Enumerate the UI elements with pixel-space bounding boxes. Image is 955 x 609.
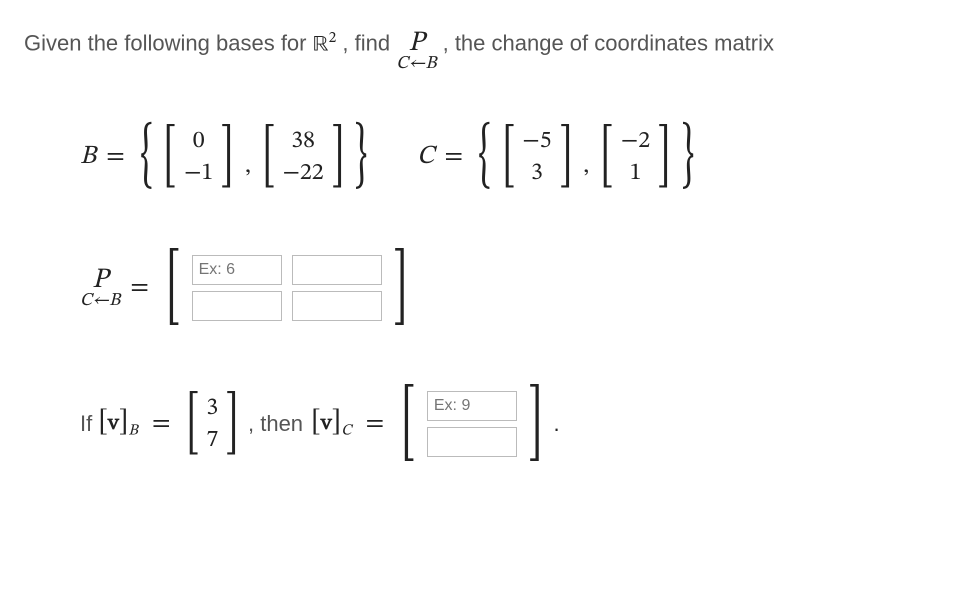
lbrack-icon: [ xyxy=(186,390,199,458)
comma-1: , xyxy=(245,151,251,181)
basis-C-name: C xyxy=(417,141,434,174)
lbrace-icon: { xyxy=(140,121,153,193)
vC-r2-input[interactable] xyxy=(427,427,517,457)
vC-label: [v]C xyxy=(311,408,351,440)
lbrace-icon: { xyxy=(478,121,491,193)
rbrace-icon: } xyxy=(681,121,694,193)
C-vec2: −2 1 xyxy=(621,123,650,191)
rbrack-icon: ] xyxy=(528,383,542,465)
result-row: If [v]B = [ 3 7 ] , then [v]C = [ ] . xyxy=(80,383,931,465)
comma-2: , xyxy=(583,151,589,181)
P-r2c1-input[interactable] xyxy=(192,291,282,321)
lbrack-icon: [ xyxy=(166,247,180,329)
rbrack-icon: ] xyxy=(559,123,572,191)
bases-row: B = { [ 0 −1 ] , [ 38 −22 ] } C = { [ −5… xyxy=(80,121,931,193)
final-period: . xyxy=(554,411,560,437)
eq-3: = xyxy=(130,272,149,305)
vB-label: [v]B xyxy=(98,408,138,440)
P-symbol: P xyxy=(408,29,424,57)
lbrack-icon: [ xyxy=(262,123,275,191)
lbrack-icon: [ xyxy=(401,383,415,465)
P-over-CB-2: P C←B xyxy=(80,266,120,310)
rbrack-icon: ] xyxy=(393,247,407,329)
lbrack-icon: [ xyxy=(601,123,614,191)
vC-inputs xyxy=(427,391,517,457)
eq-1: = xyxy=(106,141,125,174)
space-exp: 2 xyxy=(329,30,337,46)
lbrack-icon: [ xyxy=(502,123,515,191)
prompt-mid: , find xyxy=(342,30,396,55)
if-text: If xyxy=(80,411,92,437)
prompt-prefix: Given the following bases for xyxy=(24,30,313,55)
rbrack-icon: ] xyxy=(331,123,344,191)
B-vec2: 38 −22 xyxy=(283,123,324,191)
vC-r1-input[interactable] xyxy=(427,391,517,421)
problem-statement: Given the following bases for ℝ2 , find … xyxy=(24,28,931,73)
basis-B-name: B xyxy=(80,141,96,174)
P-r1c1-input[interactable] xyxy=(192,255,282,285)
rbrack-icon: ] xyxy=(221,123,234,191)
P-r2c2-input[interactable] xyxy=(292,291,382,321)
rbrack-icon: ] xyxy=(657,123,670,191)
B-vec1: 0 −1 xyxy=(184,123,213,191)
eq-4: = xyxy=(152,408,171,441)
rbrack-icon: ] xyxy=(226,390,239,458)
P-r1c2-input[interactable] xyxy=(292,255,382,285)
matrix-input-row: P C←B = [ ] xyxy=(80,247,931,329)
then-text: , then xyxy=(248,411,303,437)
eq-2: = xyxy=(444,141,463,174)
rbrace-icon: } xyxy=(355,121,368,193)
space-R: ℝ xyxy=(313,34,329,56)
prompt-suffix: , the change of coordinates matrix xyxy=(443,30,774,55)
P-over-CB: P C←B xyxy=(396,29,436,73)
C-vec1: −5 3 xyxy=(522,123,551,191)
P-matrix-inputs xyxy=(192,255,382,321)
eq-5: = xyxy=(366,408,385,441)
lbrack-icon: [ xyxy=(164,123,177,191)
sub-CB: C←B xyxy=(396,55,436,73)
vB-vec: 3 7 xyxy=(206,390,218,458)
